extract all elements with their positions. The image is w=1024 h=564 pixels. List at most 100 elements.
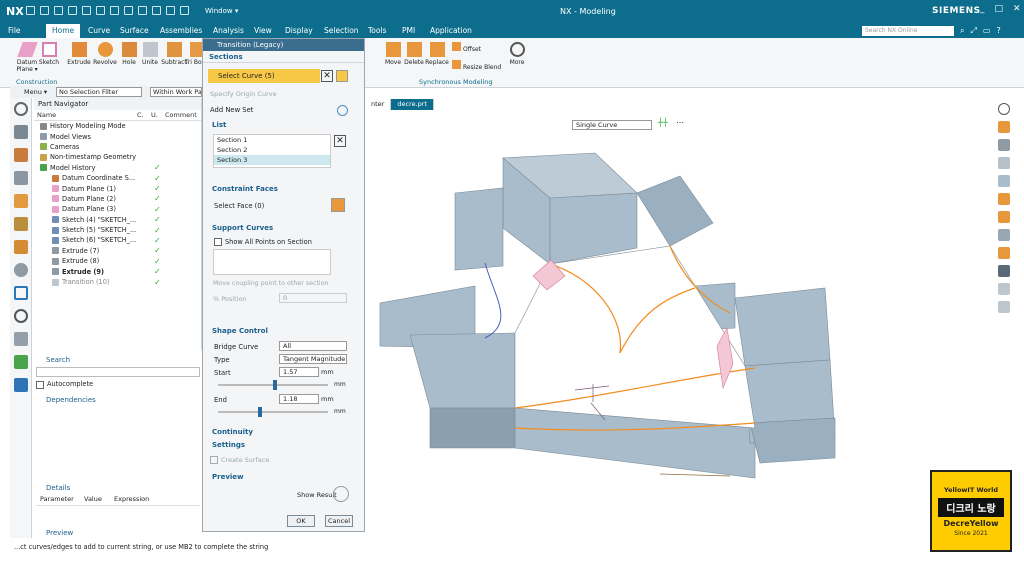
reuse-library-icon[interactable]	[13, 194, 28, 208]
list-item[interactable]: Section 2	[214, 145, 330, 155]
paste-icon[interactable]	[96, 6, 105, 15]
render-style-icon[interactable]	[998, 265, 1010, 277]
table-row[interactable]: Datum Plane (2) ✓	[34, 194, 201, 204]
menu-button[interactable]: Menu ▾	[24, 88, 47, 96]
sections-group[interactable]: Sections	[203, 51, 364, 63]
table-row[interactable]: Model Views	[34, 131, 201, 141]
doc-tab-prev[interactable]: nter	[365, 99, 392, 110]
roles-icon[interactable]	[13, 355, 28, 369]
wireframe-icon[interactable]	[998, 139, 1010, 151]
layout-icon[interactable]	[166, 6, 175, 15]
table-row[interactable]: Sketch (4) "SKETCH_... ✓	[34, 215, 201, 225]
minimize-button[interactable]: _	[980, 4, 985, 14]
redo-icon[interactable]	[54, 6, 63, 15]
maximize-button[interactable]: □	[995, 4, 1004, 14]
add-new-set-icon[interactable]	[337, 105, 348, 116]
scope-select[interactable]: Within Work Part	[150, 87, 202, 97]
col-name[interactable]: Name	[34, 110, 134, 120]
table-row[interactable]: Sketch (6) "SKETCH_... ✓	[34, 235, 201, 245]
gear-icon[interactable]	[13, 102, 28, 116]
table-row[interactable]: Datum Coordinate S... ✓	[34, 173, 201, 183]
history-icon[interactable]	[13, 263, 28, 277]
tab-analysis[interactable]: Analysis	[213, 26, 244, 35]
tab-file[interactable]: File	[8, 26, 21, 35]
remove-icon[interactable]: ✕	[334, 135, 346, 147]
end-input[interactable]: 1.18	[279, 394, 319, 404]
table-row[interactable]: Extrude (7) ✓	[34, 246, 201, 256]
show-result-icon[interactable]	[333, 486, 349, 502]
measure-icon[interactable]	[998, 283, 1010, 295]
list-item[interactable]: Section 1	[214, 135, 330, 145]
snap-icon[interactable]: ┼┼	[658, 118, 668, 127]
tab-view[interactable]: View	[254, 26, 272, 35]
tab-home[interactable]: Home	[46, 24, 81, 38]
snapshot-icon[interactable]	[998, 301, 1010, 313]
sketch-tool-icon[interactable]	[13, 378, 28, 392]
window-menu[interactable]: Window ▾	[205, 7, 238, 15]
more-button[interactable]: More	[504, 42, 530, 66]
table-row[interactable]: Sketch (5) "SKETCH_... ✓	[34, 225, 201, 235]
col-current[interactable]: C.	[134, 110, 148, 120]
constraint-faces-label[interactable]: Constraint Faces	[212, 185, 278, 193]
layer-icon[interactable]	[998, 229, 1010, 241]
save-icon[interactable]	[26, 6, 35, 15]
table-row[interactable]: Non-timestamp Geometry	[34, 152, 201, 162]
edit-icon[interactable]	[152, 6, 161, 15]
col-comment[interactable]: Comment	[162, 110, 200, 120]
start-slider-thumb[interactable]	[273, 380, 277, 390]
dependencies-panel-title[interactable]: Dependencies	[46, 396, 96, 404]
doc-tab-active[interactable]: decre.prt	[391, 99, 434, 110]
expand-icon[interactable]: ⤢	[970, 26, 976, 36]
cut-icon[interactable]	[68, 6, 77, 15]
deselect-icon[interactable]: ✕	[321, 70, 333, 82]
list-item[interactable]: Section 3	[214, 155, 330, 165]
select-curve-field[interactable]: Select Curve (5)	[208, 69, 320, 83]
settings-label[interactable]: Settings	[212, 441, 245, 449]
unite-button[interactable]: Unite	[137, 42, 163, 66]
fit-view-icon[interactable]	[998, 175, 1010, 187]
help-icon[interactable]: ?	[996, 26, 1000, 36]
process-studio-icon[interactable]	[13, 332, 28, 346]
search-icon[interactable]: ⌕	[960, 26, 964, 36]
end-unit[interactable]: mm	[321, 395, 334, 403]
table-row[interactable]: Transition (10) ✓	[34, 277, 201, 287]
section-view-icon[interactable]	[998, 193, 1010, 205]
create-surface-checkbox[interactable]	[210, 456, 218, 464]
select-face-icon[interactable]	[331, 198, 345, 212]
position-input[interactable]: 0	[279, 293, 347, 303]
switch-window-icon[interactable]	[180, 6, 189, 15]
orient-view-icon[interactable]	[998, 247, 1010, 259]
web-browser-icon[interactable]	[13, 240, 28, 254]
revolve-button[interactable]: Revolve	[92, 42, 118, 66]
tab-application[interactable]: Application	[430, 26, 472, 35]
shape-control-label[interactable]: Shape Control	[212, 327, 268, 335]
close-button[interactable]: ✕	[1013, 4, 1021, 14]
graphics-window[interactable]	[365, 98, 990, 532]
tab-curve[interactable]: Curve	[88, 26, 110, 35]
table-row[interactable]: Model History ✓	[34, 163, 201, 173]
tab-assemblies[interactable]: Assemblies	[160, 26, 202, 35]
start-input[interactable]: 1.57	[279, 367, 319, 377]
preview-panel-title[interactable]: Preview	[46, 529, 73, 537]
sketch-button[interactable]: Sketch	[36, 42, 62, 66]
restore-icon[interactable]: ▭	[983, 26, 991, 36]
tab-display[interactable]: Display	[285, 26, 313, 35]
table-row[interactable]: Extrude (8) ✓	[34, 256, 201, 266]
list-label[interactable]: List	[212, 121, 226, 129]
support-curves-label[interactable]: Support Curves	[212, 224, 273, 232]
copy-icon[interactable]	[82, 6, 91, 15]
hd3d-tools-icon[interactable]	[13, 217, 28, 231]
hidden-edges-icon[interactable]	[998, 157, 1010, 169]
part-navigator-icon[interactable]	[13, 125, 28, 139]
preview-label[interactable]: Preview	[212, 473, 244, 481]
resize-blend-button[interactable]: Resize Blend	[452, 60, 502, 71]
offset-button[interactable]: Offset	[452, 42, 482, 53]
tab-surface[interactable]: Surface	[120, 26, 149, 35]
table-row[interactable]: Cameras	[34, 142, 201, 152]
constraint-navigator-icon[interactable]	[13, 171, 28, 185]
mic-icon[interactable]	[138, 6, 147, 15]
end-slider-thumb[interactable]	[258, 407, 262, 417]
assembly-navigator-icon[interactable]	[13, 148, 28, 162]
replace-face-button[interactable]: Replace	[424, 42, 450, 66]
autocomplete-checkbox[interactable]	[36, 381, 44, 389]
